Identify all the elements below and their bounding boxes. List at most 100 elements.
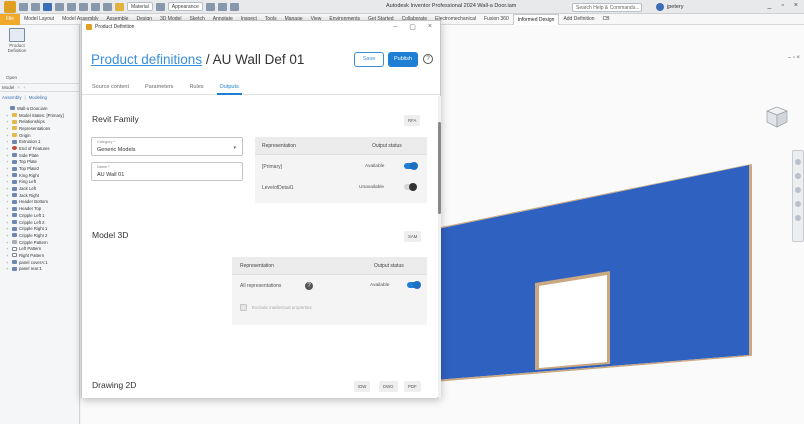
orbit-icon[interactable] xyxy=(795,201,801,207)
update-icon[interactable] xyxy=(91,2,100,11)
minimize-button[interactable]: _ xyxy=(768,2,772,9)
scrollbar-thumb[interactable] xyxy=(438,122,441,214)
dialog-maximize-button[interactable]: ▢ xyxy=(409,23,416,31)
expand-icon[interactable]: + xyxy=(6,246,10,251)
tree-item[interactable]: + Cripple Left 1 xyxy=(2,212,78,219)
lod-output-toggle[interactable] xyxy=(404,183,417,191)
close-browser-icon[interactable]: × xyxy=(17,84,20,91)
viewport-window-controls[interactable]: – ▫ × xyxy=(788,55,800,61)
tree-item[interactable]: + Model States: [Primary] xyxy=(2,112,78,119)
save-icon[interactable] xyxy=(43,2,52,11)
tree-item[interactable]: + Representations xyxy=(2,125,78,132)
expand-icon[interactable]: + xyxy=(6,253,10,258)
expand-icon[interactable]: + xyxy=(6,146,10,151)
app-logo-icon[interactable] xyxy=(4,0,16,13)
new-icon[interactable] xyxy=(19,2,28,11)
tab-rules[interactable]: Rules xyxy=(189,79,203,94)
expand-icon[interactable]: + xyxy=(6,139,10,144)
expand-icon[interactable]: + xyxy=(6,213,10,218)
expand-icon[interactable]: + xyxy=(6,260,10,265)
dialog-title-bar[interactable]: Product Definition xyxy=(82,21,440,33)
full-navigation-wheel-icon[interactable] xyxy=(795,159,801,165)
restore-button[interactable]: ▫ xyxy=(781,2,783,9)
tree-item[interactable]: + Cripple Right 1 xyxy=(2,225,78,232)
appearance-dropdown[interactable]: Appearance xyxy=(167,2,203,11)
save-button[interactable]: Save xyxy=(354,52,384,67)
publish-button[interactable]: Publish xyxy=(388,52,418,67)
expand-icon[interactable]: + xyxy=(6,119,10,124)
tree-item[interactable]: + panel rear:1 xyxy=(2,266,78,273)
expand-icon[interactable]: + xyxy=(6,233,10,238)
expand-icon[interactable]: + xyxy=(6,199,10,204)
outputs-scrollbar[interactable] xyxy=(438,96,441,398)
modeling-view-tab[interactable]: Modeling xyxy=(29,95,47,100)
tree-item[interactable]: + Cripple Right 2 xyxy=(2,232,78,239)
help-search-input[interactable]: Search Help & Commands... xyxy=(572,3,642,12)
tree-item[interactable]: + Cripple Left 2 xyxy=(2,219,78,226)
product-definition-button[interactable]: Product Definition xyxy=(4,28,30,53)
name-field[interactable]: Name * AU Wall 01 xyxy=(91,162,243,181)
expand-icon[interactable]: + xyxy=(6,220,10,225)
undo-icon[interactable] xyxy=(55,2,64,11)
ribbon-tab-18[interactable]: Add Definition xyxy=(559,14,598,25)
redo-icon[interactable] xyxy=(67,2,76,11)
zoom-icon[interactable] xyxy=(795,187,801,193)
expand-icon[interactable]: + xyxy=(6,113,10,118)
info-icon[interactable]: ? xyxy=(305,282,313,290)
home-icon[interactable] xyxy=(79,2,88,11)
pan-icon[interactable] xyxy=(795,173,801,179)
dialog-close-button[interactable]: × xyxy=(428,23,432,31)
primary-output-toggle[interactable] xyxy=(404,162,418,170)
tree-item[interactable]: + Relationships xyxy=(2,118,78,125)
expand-icon[interactable]: + xyxy=(6,126,10,131)
tree-item[interactable]: + Cripple Pattern xyxy=(2,239,78,246)
ribbon-tab-16[interactable]: Fusion 360 xyxy=(480,14,513,25)
viewcube-icon[interactable] xyxy=(763,103,789,129)
expand-icon[interactable]: + xyxy=(6,193,10,198)
tree-item[interactable]: + Right Pattern xyxy=(2,252,78,259)
expand-icon[interactable]: + xyxy=(6,173,10,178)
ribbon-tab-0[interactable]: File xyxy=(0,13,21,25)
help-icon[interactable]: ? xyxy=(423,54,433,64)
look-at-icon[interactable] xyxy=(795,215,801,221)
ribbon-tab-19[interactable]: CB xyxy=(599,14,614,25)
close-button[interactable]: × xyxy=(794,2,798,9)
product-definitions-link[interactable]: Product definitions xyxy=(91,52,202,67)
category-select[interactable]: Category * Generic Models ▾ xyxy=(91,137,243,156)
expand-icon[interactable]: + xyxy=(6,166,10,171)
navigation-bar[interactable] xyxy=(792,150,804,242)
tree-item[interactable]: + Header Bottom xyxy=(2,199,78,206)
adjust-icon[interactable] xyxy=(217,2,227,11)
assembly-view-tab[interactable]: Assembly xyxy=(2,95,22,100)
fx-icon[interactable] xyxy=(229,2,239,11)
tree-item[interactable]: + Extrusion 1 xyxy=(2,138,78,145)
all-representations-toggle[interactable] xyxy=(407,281,421,289)
tree-item[interactable]: + End of Features xyxy=(2,145,78,152)
user-menu[interactable]: jpetery xyxy=(656,3,684,11)
dialog-minimize-button[interactable]: – xyxy=(393,23,397,31)
exclude-ip-checkbox[interactable] xyxy=(240,304,247,311)
open-icon[interactable] xyxy=(31,2,40,11)
tree-item[interactable]: + Top Plate2 xyxy=(2,165,78,172)
tree-item[interactable]: + Left Pattern xyxy=(2,245,78,252)
clear-appearance-icon[interactable] xyxy=(205,2,215,11)
tree-item[interactable]: + King Left xyxy=(2,179,78,186)
tree-item[interactable]: Wall-a Door.iam xyxy=(2,105,78,112)
ribbon-tab-1[interactable]: Model Layout xyxy=(20,14,58,25)
expand-icon[interactable]: + xyxy=(6,133,10,138)
expand-icon[interactable]: + xyxy=(6,153,10,158)
material-dropdown[interactable]: Material xyxy=(127,2,153,11)
ribbon-tab-17[interactable]: Informed Design xyxy=(512,13,560,25)
expand-icon[interactable]: + xyxy=(6,206,10,211)
tab-source-content[interactable]: Source content xyxy=(92,79,129,94)
tree-item[interactable]: + Side Plate xyxy=(2,152,78,159)
expand-icon[interactable]: + xyxy=(6,240,10,245)
expand-icon[interactable]: + xyxy=(6,179,10,184)
tree-item[interactable]: + King Right xyxy=(2,172,78,179)
expand-icon[interactable]: + xyxy=(6,266,10,271)
tree-item[interactable]: + panel coverA:1 xyxy=(2,259,78,266)
tab-outputs[interactable]: Outputs xyxy=(216,79,243,95)
tree-item[interactable]: + Top Plate xyxy=(2,159,78,166)
add-browser-icon[interactable]: + xyxy=(23,84,26,91)
tree-item[interactable]: + Header Top xyxy=(2,205,78,212)
